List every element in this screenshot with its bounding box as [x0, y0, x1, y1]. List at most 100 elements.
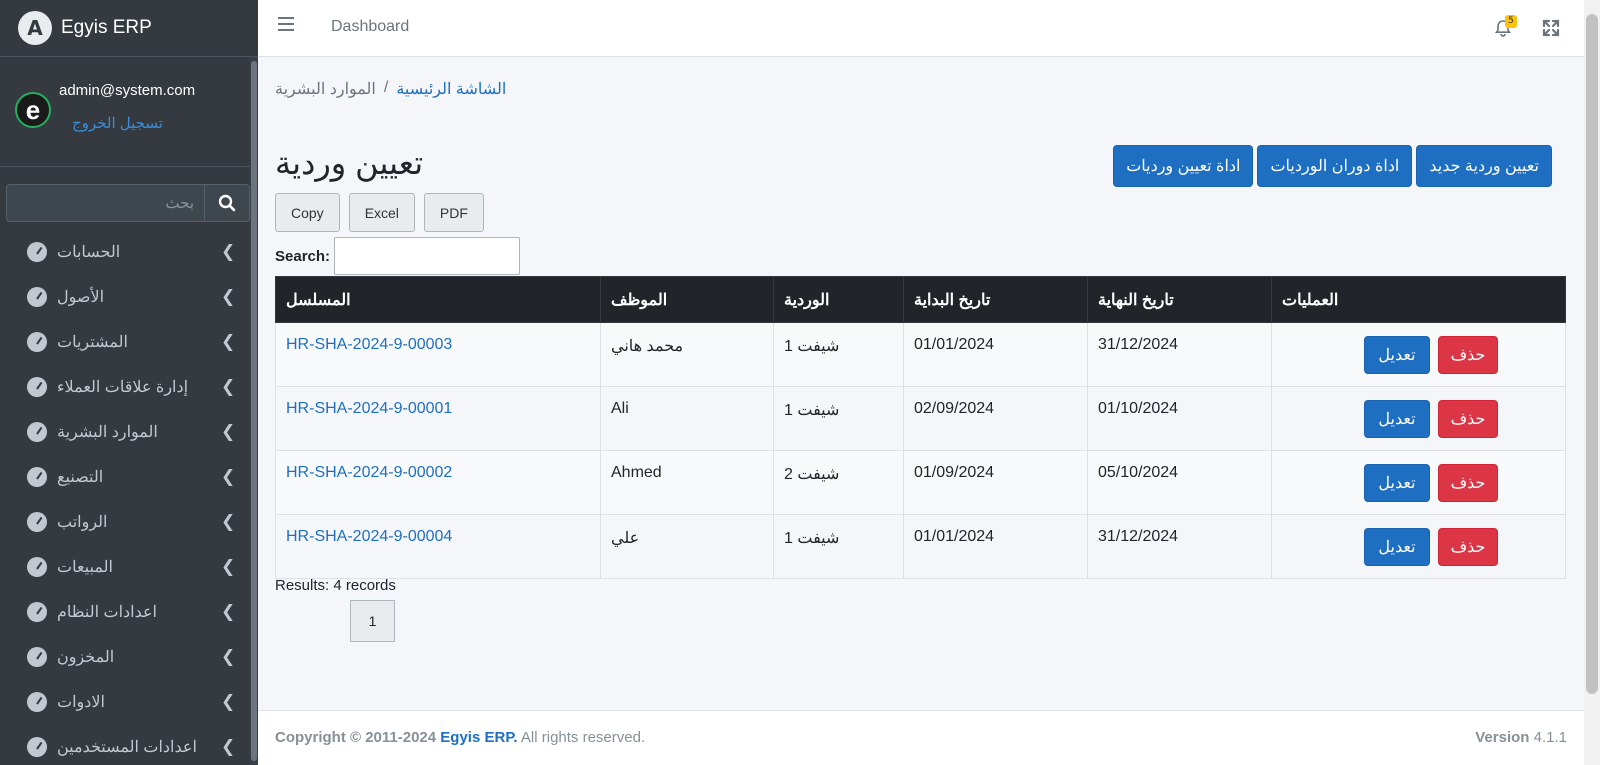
notification-badge: 5 — [1505, 15, 1517, 28]
export-buttons: Copy Excel PDF — [275, 193, 484, 232]
sidebar-item[interactable]: الادوات ❮ — [0, 679, 250, 724]
user-email: admin@system.com — [59, 82, 196, 99]
results-count: Results: 4 records — [275, 577, 396, 594]
excel-button[interactable]: Excel — [348, 193, 415, 232]
logout-link[interactable]: تسجيل الخروج — [72, 114, 163, 132]
tachometer-icon — [27, 241, 47, 262]
sidebar-item[interactable]: الأصول ❮ — [0, 274, 250, 319]
chevron-left-icon: ❮ — [221, 376, 236, 397]
serial-link[interactable]: HR-SHA-2024-9-00001 — [275, 386, 601, 451]
shift-cell: شيفت 2 — [773, 450, 904, 515]
sidebar-item-label: التصنيع — [57, 468, 104, 486]
delete-button[interactable]: حذف — [1438, 335, 1498, 374]
employee-cell: علي — [600, 514, 774, 579]
shift-cell: شيفت 1 — [773, 322, 904, 387]
end-date-cell: 01/10/2024 — [1087, 386, 1272, 451]
col-shift[interactable]: الوردية — [773, 276, 904, 323]
col-serial[interactable]: المسلسل — [275, 276, 601, 323]
table-search: Search: — [275, 237, 521, 275]
employee-cell: محمد هاني — [600, 322, 774, 387]
search-label: Search: — [275, 247, 331, 265]
main-content: الشاشة الرئيسية / الموارد البشرية تعيين … — [258, 57, 1584, 710]
sidebar-item[interactable]: المخزون ❮ — [0, 634, 250, 679]
menu-toggle-icon[interactable] — [278, 17, 294, 31]
start-date-cell: 01/01/2024 — [903, 322, 1088, 387]
table-row: HR-SHA-2024-9-00003 محمد هاني شيفت 1 01/01/… — [275, 322, 1566, 387]
fullscreen-icon[interactable] — [1541, 18, 1561, 38]
col-operations[interactable]: العمليات — [1271, 276, 1566, 323]
sidebar-item[interactable]: المشتريات ❮ — [0, 319, 250, 364]
search-button[interactable] — [204, 184, 250, 222]
sidebar-item[interactable]: الموارد البشرية ❮ — [0, 409, 250, 454]
tachometer-icon — [27, 556, 47, 577]
end-date-cell: 31/12/2024 — [1087, 322, 1272, 387]
sidebar-item-label: المخزون — [57, 648, 115, 666]
table-search-input[interactable] — [334, 237, 521, 275]
tachometer-icon — [27, 601, 47, 622]
sidebar-scrollbar[interactable] — [250, 57, 258, 765]
page-title: تعيين وردية — [275, 145, 424, 181]
sidebar-item[interactable]: إدارة علاقات العملاء ❮ — [0, 364, 250, 409]
tachometer-icon — [27, 376, 47, 397]
sidebar-item[interactable]: المبيعات ❮ — [0, 544, 250, 589]
sidebar-item-label: الحسابات — [57, 243, 121, 261]
sidebar-item-label: الرواتب — [57, 513, 108, 531]
sidebar-search-input[interactable] — [6, 184, 204, 222]
shift-cell: شيفت 1 — [773, 386, 904, 451]
serial-link[interactable]: HR-SHA-2024-9-00004 — [275, 514, 601, 579]
tachometer-icon — [27, 286, 47, 307]
assign-shifts-tool-button[interactable]: اداة تعيين ورديات — [1113, 145, 1254, 187]
version: Version 4.1.1 — [1475, 729, 1567, 746]
tachometer-icon — [27, 511, 47, 532]
col-start-date[interactable]: تاريخ البداية — [903, 276, 1088, 323]
sidebar-item[interactable]: الرواتب ❮ — [0, 499, 250, 544]
col-end-date[interactable]: تاريخ النهاية — [1087, 276, 1272, 323]
pdf-button[interactable]: PDF — [423, 193, 484, 232]
sidebar-item[interactable]: اعدادات المستخدمين ❮ — [0, 724, 250, 765]
new-shift-assignment-button[interactable]: تعيين وردية جديد — [1416, 145, 1552, 187]
chevron-left-icon: ❮ — [221, 736, 236, 757]
pagination-page-1[interactable]: 1 — [350, 600, 395, 642]
dashboard-link[interactable]: Dashboard — [331, 18, 409, 36]
serial-link[interactable]: HR-SHA-2024-9-00003 — [275, 322, 601, 387]
sidebar-item-label: اعدادات المستخدمين — [57, 738, 197, 756]
chevron-left-icon: ❮ — [221, 241, 236, 262]
operations-cell: تعديل حذف — [1271, 322, 1566, 387]
sidebar-item-label: الأصول — [57, 288, 105, 306]
edit-button[interactable]: تعديل — [1364, 399, 1430, 438]
top-navbar: Dashboard 5 — [258, 0, 1584, 57]
sidebar-item-label: إدارة علاقات العملاء — [57, 378, 189, 396]
breadcrumb-separator: / — [383, 79, 389, 96]
serial-link[interactable]: HR-SHA-2024-9-00002 — [275, 450, 601, 515]
delete-button[interactable]: حذف — [1438, 527, 1498, 566]
employee-cell: Ahmed — [600, 450, 774, 515]
edit-button[interactable]: تعديل — [1364, 527, 1430, 566]
tachometer-icon — [27, 331, 47, 352]
page-scrollbar[interactable] — [1584, 0, 1600, 765]
user-panel: e admin@system.com تسجيل الخروج — [0, 57, 258, 167]
sidebar-item[interactable]: الحسابات ❮ — [0, 229, 250, 274]
end-date-cell: 05/10/2024 — [1087, 450, 1272, 515]
tachometer-icon — [27, 421, 47, 442]
brand-link[interactable]: A Egyis ERP — [0, 0, 258, 57]
delete-button[interactable]: حذف — [1438, 463, 1498, 502]
edit-button[interactable]: تعديل — [1364, 463, 1430, 502]
delete-button[interactable]: حذف — [1438, 399, 1498, 438]
breadcrumb: الشاشة الرئيسية / الموارد البشرية — [275, 79, 506, 99]
action-buttons: اداة تعيين ورديات اداة دوران الورديات تع… — [1113, 145, 1552, 187]
chevron-left-icon: ❮ — [221, 466, 236, 487]
sidebar-item[interactable]: التصنيع ❮ — [0, 454, 250, 499]
edit-button[interactable]: تعديل — [1364, 335, 1430, 374]
brand-name: Egyis ERP — [61, 17, 152, 38]
sidebar-item[interactable]: اعدادات النظام ❮ — [0, 589, 250, 634]
col-employee[interactable]: الموظف — [600, 276, 774, 323]
sidebar-item-label: الموارد البشرية — [57, 423, 158, 441]
footer-brand-link[interactable]: Egyis ERP. — [440, 729, 517, 746]
sidebar-nav: الحسابات ❮ الأصول ❮ المشتريات ❮ إدارة علاقات ا… — [0, 229, 250, 765]
copy-button[interactable]: Copy — [275, 193, 340, 232]
breadcrumb-home[interactable]: الشاشة الرئيسية — [396, 79, 506, 99]
chevron-left-icon: ❮ — [221, 556, 236, 577]
tachometer-icon — [27, 646, 47, 667]
shift-rotation-tool-button[interactable]: اداة دوران الورديات — [1257, 145, 1413, 187]
start-date-cell: 01/01/2024 — [903, 514, 1088, 579]
